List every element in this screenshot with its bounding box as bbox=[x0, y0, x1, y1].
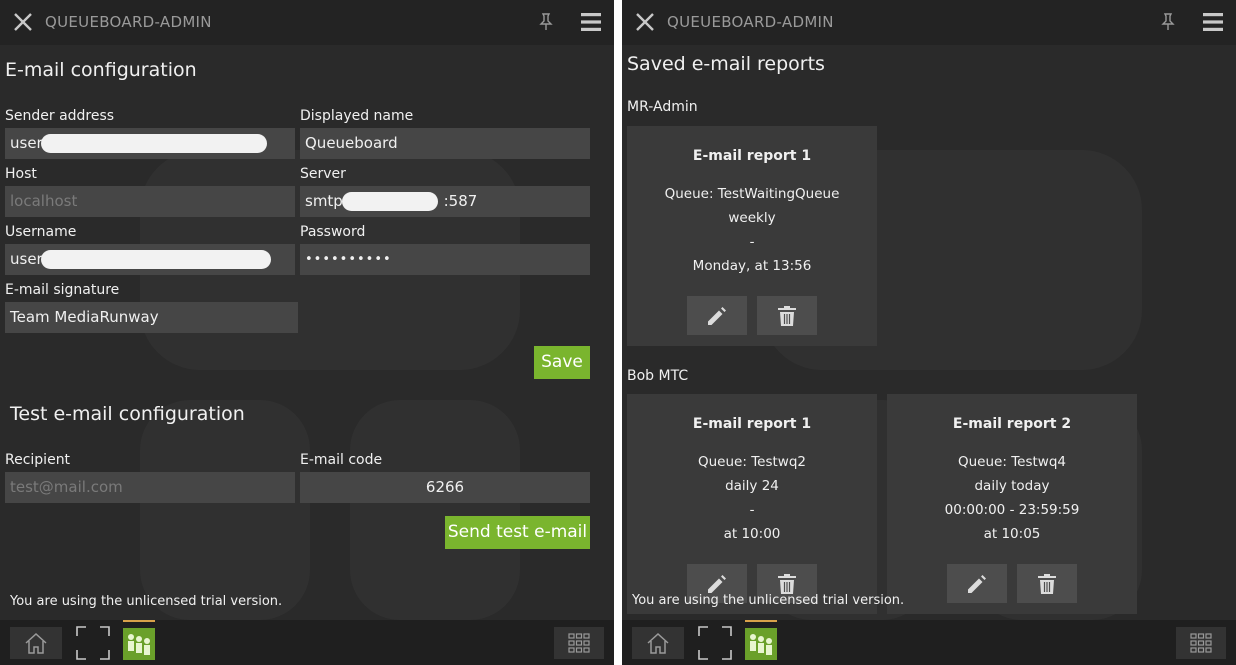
grid-icon bbox=[568, 633, 590, 653]
app-title: QUEUEBOARD-ADMIN bbox=[667, 13, 834, 31]
queueboard-app-tab[interactable] bbox=[745, 620, 777, 662]
report-group-name: MR-Admin bbox=[627, 99, 698, 115]
report-schedule: at 10:00 bbox=[723, 526, 781, 542]
queue-people-icon bbox=[745, 628, 777, 660]
report-queue: Queue: TestWaitingQueue bbox=[664, 186, 840, 202]
report-card: E-mail report 1 Queue: Testwq2 daily 24 … bbox=[627, 394, 877, 614]
sender-address-input[interactable]: user bbox=[5, 128, 295, 159]
report-card: E-mail report 2 Queue: Testwq4 daily tod… bbox=[887, 394, 1137, 614]
report-title: E-mail report 1 bbox=[692, 416, 812, 432]
bottom-bar bbox=[0, 620, 614, 665]
grid-icon bbox=[1190, 633, 1212, 653]
close-icon[interactable] bbox=[634, 11, 656, 33]
page-title: E-mail configuration bbox=[5, 59, 197, 81]
trash-icon bbox=[1038, 574, 1056, 594]
report-schedule: at 10:05 bbox=[983, 526, 1041, 542]
trial-notice: You are using the unlicensed trial versi… bbox=[10, 594, 283, 609]
home-button[interactable] bbox=[632, 627, 684, 659]
email-code-label: E-mail code bbox=[300, 452, 383, 468]
redaction-mark bbox=[342, 192, 438, 211]
host-label: Host bbox=[5, 166, 37, 182]
pencil-icon bbox=[708, 307, 726, 325]
apps-grid-button[interactable] bbox=[554, 627, 604, 659]
apps-grid-button[interactable] bbox=[1176, 627, 1226, 659]
report-card: E-mail report 1 Queue: TestWaitingQueue … bbox=[627, 126, 877, 346]
email-signature-input[interactable]: Team MediaRunway bbox=[5, 302, 298, 333]
server-input[interactable]: smtp.:587 bbox=[300, 186, 590, 217]
report-range: 00:00:00 - 23:59:59 bbox=[944, 502, 1080, 518]
report-range: - bbox=[749, 234, 755, 250]
app-title: QUEUEBOARD-ADMIN bbox=[45, 13, 212, 31]
password-label: Password bbox=[300, 224, 366, 240]
recipient-label: Recipient bbox=[5, 452, 71, 468]
hamburger-menu-icon[interactable] bbox=[580, 11, 602, 33]
pin-icon[interactable] bbox=[1160, 13, 1176, 31]
send-test-email-button[interactable]: Send test e-mail bbox=[445, 516, 590, 549]
pin-icon[interactable] bbox=[538, 13, 554, 31]
queue-people-icon bbox=[123, 628, 155, 660]
home-button[interactable] bbox=[10, 627, 62, 659]
saved-reports-panel: QUEUEBOARD-ADMIN Saved e-mail reports MR… bbox=[622, 0, 1236, 665]
fullscreen-icon[interactable] bbox=[698, 626, 732, 660]
username-input[interactable]: user bbox=[5, 244, 295, 275]
watermark-logo bbox=[140, 150, 520, 620]
redaction-mark bbox=[41, 134, 267, 153]
trash-icon bbox=[778, 306, 796, 326]
edit-report-button[interactable] bbox=[687, 296, 747, 335]
email-config-panel: QUEUEBOARD-ADMIN E-mail configuration Se… bbox=[0, 0, 614, 665]
report-schedule: Monday, at 13:56 bbox=[692, 258, 812, 274]
displayed-name-label: Displayed name bbox=[300, 108, 414, 124]
sender-address-value: user bbox=[10, 134, 43, 152]
home-icon bbox=[647, 632, 669, 654]
email-signature-label: E-mail signature bbox=[5, 282, 120, 298]
report-title: E-mail report 2 bbox=[952, 416, 1072, 432]
save-button[interactable]: Save bbox=[534, 346, 590, 379]
report-title: E-mail report 1 bbox=[692, 148, 812, 164]
top-bar: QUEUEBOARD-ADMIN bbox=[622, 0, 1236, 45]
recipient-input[interactable]: test@mail.com bbox=[5, 472, 295, 503]
hamburger-menu-icon[interactable] bbox=[1202, 11, 1224, 33]
server-label: Server bbox=[300, 166, 346, 182]
active-tab-indicator bbox=[123, 620, 155, 622]
report-queue: Queue: Testwq4 bbox=[958, 454, 1066, 470]
home-icon bbox=[25, 632, 47, 654]
username-label: Username bbox=[5, 224, 77, 240]
close-icon[interactable] bbox=[12, 11, 34, 33]
displayed-name-input[interactable]: Queueboard bbox=[300, 128, 590, 159]
host-input[interactable]: localhost bbox=[5, 186, 295, 217]
report-frequency: daily today bbox=[974, 478, 1050, 494]
redaction-mark bbox=[41, 250, 271, 269]
top-bar: QUEUEBOARD-ADMIN bbox=[0, 0, 614, 45]
pencil-icon bbox=[968, 575, 986, 593]
report-range: - bbox=[749, 502, 755, 518]
delete-report-button[interactable] bbox=[1017, 564, 1077, 603]
server-port: :587 bbox=[443, 192, 478, 210]
password-input[interactable]: •••••••••• bbox=[300, 244, 590, 275]
bottom-bar bbox=[622, 620, 1236, 665]
trial-notice: You are using the unlicensed trial versi… bbox=[632, 593, 905, 608]
test-config-heading: Test e-mail configuration bbox=[10, 403, 245, 425]
queueboard-app-tab[interactable] bbox=[123, 620, 155, 662]
report-queue: Queue: Testwq2 bbox=[698, 454, 806, 470]
email-code-input[interactable]: 6266 bbox=[300, 472, 590, 503]
delete-report-button[interactable] bbox=[757, 296, 817, 335]
report-group-name: Bob MTC bbox=[627, 368, 689, 384]
edit-report-button[interactable] bbox=[947, 564, 1007, 603]
username-value: user bbox=[10, 250, 43, 268]
page-title: Saved e-mail reports bbox=[627, 53, 825, 75]
report-frequency: daily 24 bbox=[725, 478, 779, 494]
report-frequency: weekly bbox=[728, 210, 776, 226]
active-tab-indicator bbox=[745, 620, 777, 622]
sender-address-label: Sender address bbox=[5, 108, 115, 124]
fullscreen-icon[interactable] bbox=[76, 626, 110, 660]
